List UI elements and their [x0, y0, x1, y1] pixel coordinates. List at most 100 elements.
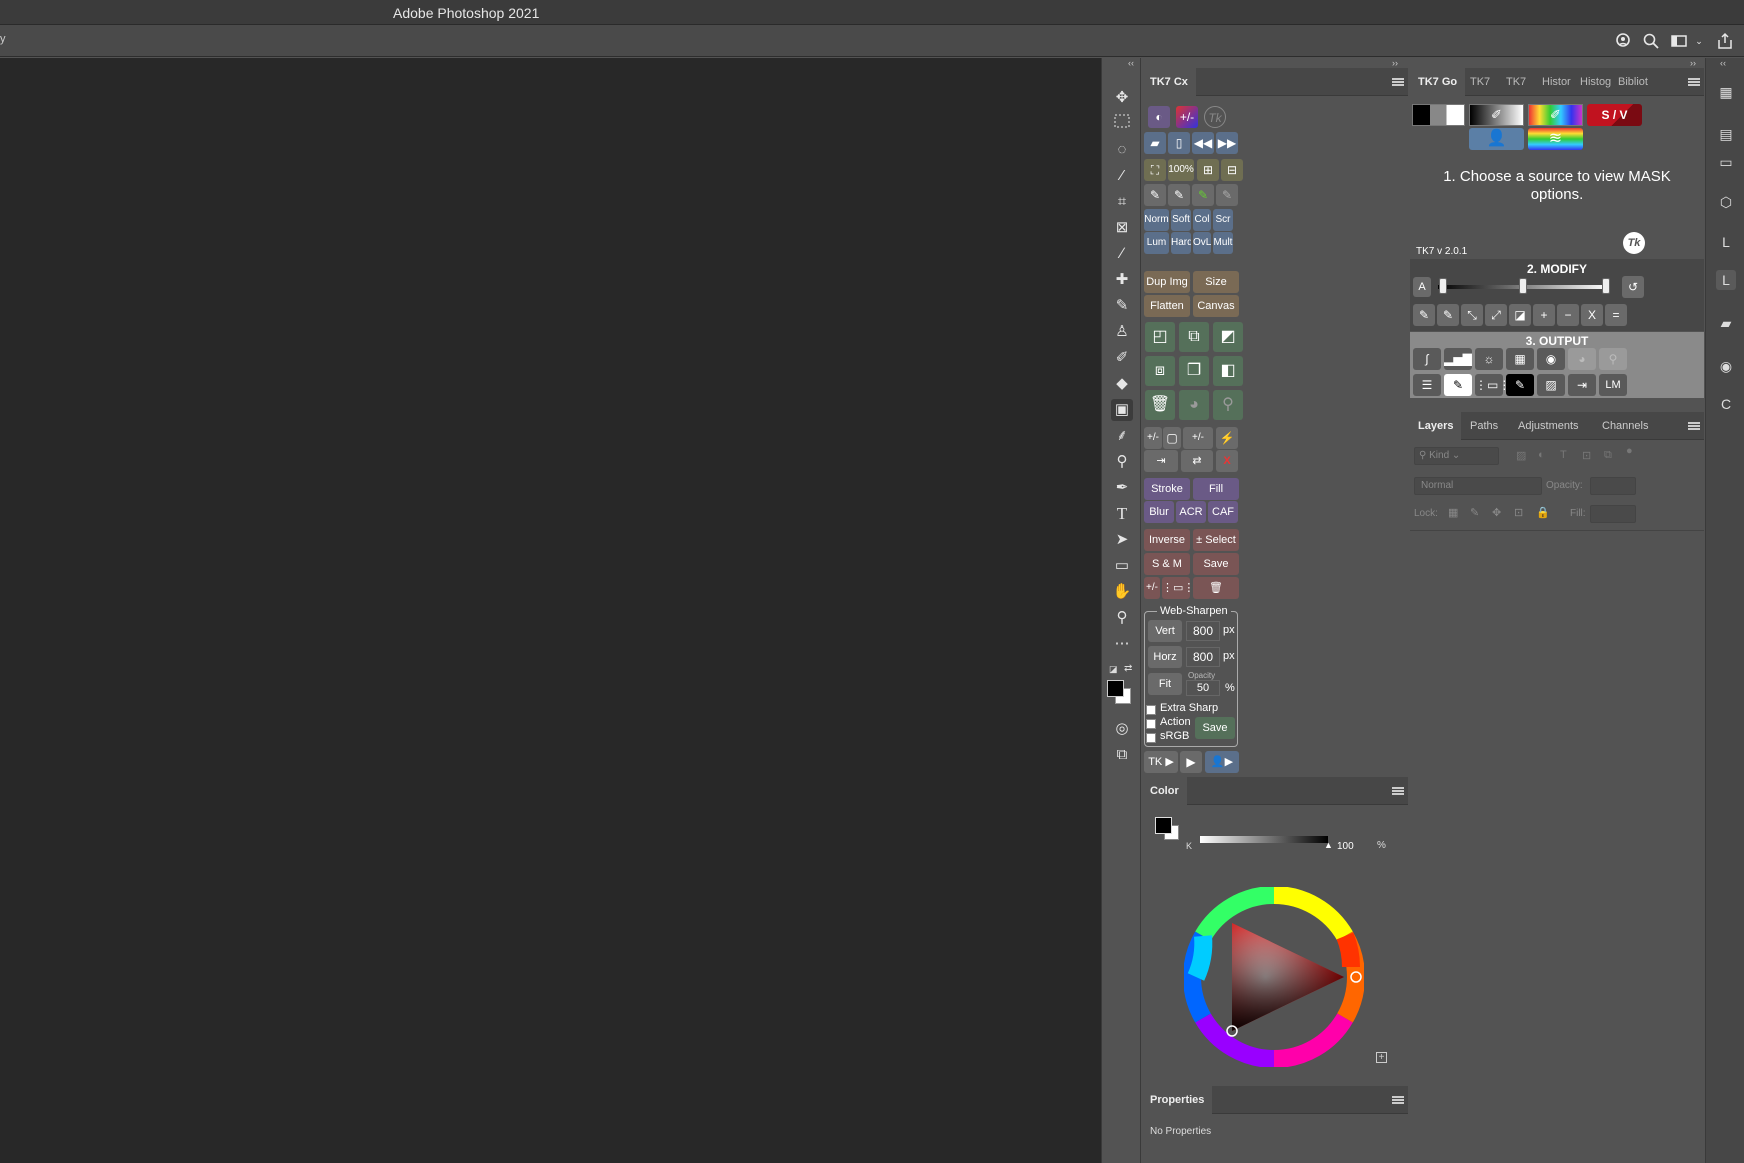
new-doc-icon[interactable]: ▯ — [1168, 132, 1190, 154]
fill-button[interactable]: Fill — [1193, 478, 1239, 500]
fit-screen-icon[interactable]: ⛶ — [1144, 159, 1166, 181]
lumenzia-panel-icon[interactable]: L — [1716, 270, 1736, 290]
lasso-tool-icon[interactable]: ◌ — [1111, 139, 1133, 161]
blend-norm-button[interactable]: Norm — [1144, 209, 1169, 231]
link-layer-icon[interactable]: ⚲ — [1213, 390, 1243, 420]
workspace-icon[interactable] — [1670, 32, 1688, 50]
marquee-tool-icon[interactable] — [1111, 113, 1133, 135]
blend-hard-button[interactable]: Hard — [1171, 232, 1191, 254]
rewind-icon[interactable]: ◀◀ — [1192, 132, 1214, 154]
intersect-mask-button[interactable]: X — [1581, 304, 1603, 326]
notes-panel-icon[interactable]: ▭ — [1716, 152, 1736, 172]
blend-scr-button[interactable]: Scr — [1213, 209, 1233, 231]
flatten-button[interactable]: Flatten — [1144, 295, 1190, 317]
tab-history[interactable]: Histor — [1538, 68, 1576, 96]
plusminus-button[interactable]: +/- — [1144, 427, 1162, 449]
share-icon[interactable] — [1716, 32, 1734, 50]
grid-panel-icon[interactable]: ▦ — [1716, 82, 1736, 102]
eye-panel-icon[interactable]: ◉ — [1716, 356, 1736, 376]
tab-bibliotheque[interactable]: Bibliot — [1614, 68, 1658, 96]
mask-eraser-icon[interactable]: ◐ — [1148, 106, 1170, 128]
history-brush-icon[interactable]: ✐ — [1111, 347, 1133, 369]
camera-icon[interactable]: ◉ — [1537, 348, 1565, 370]
filter-pixel-icon[interactable]: ▨ — [1516, 449, 1526, 462]
group-layer-icon[interactable]: ◕ — [1179, 390, 1209, 420]
tk-play-button[interactable]: TK ▶ — [1144, 751, 1178, 773]
layers-stack-icon[interactable]: ≋ — [1528, 128, 1583, 150]
tab-channels[interactable]: Channels — [1594, 412, 1656, 440]
person-icon[interactable]: 👤 — [1469, 128, 1524, 150]
lock-position-icon[interactable]: ✥ — [1492, 506, 1501, 519]
gradient-layer-icon[interactable]: ◧ — [1213, 356, 1243, 386]
black-brush-output-icon[interactable]: ✎ — [1506, 374, 1534, 396]
blend-soft-button[interactable]: Soft — [1171, 209, 1191, 231]
path-selection-icon[interactable]: ➤ — [1111, 529, 1133, 551]
expand-mask-icon[interactable]: ⤡ — [1461, 304, 1483, 326]
lock-transparent-icon[interactable]: ▦ — [1448, 506, 1458, 519]
apply-button-icon[interactable]: ⇥ — [1144, 450, 1178, 472]
color-swap-icon[interactable]: +/- — [1176, 106, 1198, 128]
healing-brush-icon[interactable]: ✚ — [1111, 269, 1133, 291]
caf-button[interactable]: CAF — [1208, 501, 1238, 523]
tk-logo-icon[interactable]: Tk — [1623, 232, 1645, 254]
panel-menu-icon[interactable] — [1688, 422, 1700, 430]
opacity-input[interactable] — [1186, 680, 1220, 696]
white-brush-output-icon[interactable]: ✎ — [1444, 374, 1472, 396]
k-value-input[interactable] — [1335, 839, 1373, 853]
slider-handle-right[interactable] — [1602, 278, 1610, 294]
zoom-tool-icon[interactable]: ⚲ — [1111, 607, 1133, 629]
screen-mode-icon[interactable]: ⧉ — [1111, 744, 1133, 766]
lightning-icon[interactable]: ⚡ — [1216, 427, 1238, 449]
size-button[interactable]: Size — [1193, 271, 1239, 293]
duplicate-layer-icon[interactable]: ⧈ — [1145, 356, 1175, 386]
zoom-out-icon[interactable]: ⊟ — [1221, 159, 1243, 181]
swap-colors-icon[interactable]: ⇄ — [1124, 663, 1132, 674]
play-icon[interactable]: ▶ — [1180, 751, 1202, 773]
zoom-in-icon[interactable]: ⊞ — [1197, 159, 1219, 181]
slider-handle-left[interactable] — [1439, 278, 1447, 294]
source-grayscale-swatch[interactable] — [1412, 104, 1465, 126]
horz-input[interactable] — [1186, 647, 1220, 667]
subtract-mask-button[interactable]: − — [1557, 304, 1579, 326]
tk-logo-icon[interactable]: Tk — [1204, 106, 1226, 128]
briefcase-panel-icon[interactable]: ▰ — [1716, 313, 1736, 333]
color-eyedropper-icon[interactable]: ✐ — [1528, 104, 1583, 126]
clone-stamp-icon[interactable]: ♙ — [1111, 321, 1133, 343]
color-fg-swatch[interactable] — [1155, 817, 1172, 834]
curves-icon[interactable]: ∫ — [1413, 348, 1441, 370]
dup-img-button[interactable]: Dup Img — [1144, 271, 1190, 293]
web-sharpen-save-button[interactable]: Save — [1195, 717, 1235, 739]
quick-mask-icon[interactable]: ◎ — [1111, 718, 1133, 740]
gradient-tool-icon[interactable]: ▣ — [1111, 399, 1133, 421]
blend-mode-select[interactable]: Normal — [1414, 477, 1542, 495]
pen-tool-icon[interactable]: ✒ — [1111, 477, 1133, 499]
user-play-icon[interactable]: 👤▶ — [1205, 751, 1239, 773]
fit-button[interactable]: Fit — [1148, 673, 1182, 695]
k-slider-thumb[interactable]: ▲ — [1324, 840, 1333, 850]
filter-shape-icon[interactable]: ⊡ — [1582, 449, 1591, 462]
delete-layer-icon[interactable]: 🗑 — [1145, 390, 1175, 420]
expand-icon[interactable]: ›› — [1690, 58, 1696, 68]
collapse-icon[interactable]: ‹‹ — [1128, 58, 1134, 68]
hand-tool-icon[interactable]: ✋ — [1111, 581, 1133, 603]
filter-adjustment-icon[interactable]: ◐ — [1538, 449, 1545, 461]
dodge-tool-icon[interactable]: ⚲ — [1111, 451, 1133, 473]
chevron-down-icon[interactable]: ⌄ — [1690, 32, 1708, 50]
selection-output-icon[interactable]: ⋮▭⋮ — [1475, 374, 1510, 396]
levels-icon[interactable]: ▂▅▇ — [1444, 348, 1472, 370]
blur-button[interactable]: Blur — [1144, 501, 1174, 523]
filter-type-icon[interactable]: T — [1560, 449, 1567, 461]
select-button[interactable]: ± Select — [1193, 529, 1239, 551]
magic-wand-icon[interactable]: ⁄ — [1111, 165, 1133, 187]
merge-layers-icon[interactable]: ⧉ — [1179, 322, 1209, 352]
link-output-icon[interactable]: ⚲ — [1599, 348, 1627, 370]
film-icon[interactable]: ▦ — [1506, 348, 1534, 370]
filter-smart-icon[interactable]: ⧉ — [1604, 449, 1612, 462]
panel-menu-icon[interactable] — [1392, 78, 1404, 86]
new-layer-icon[interactable]: ◰ — [1145, 322, 1175, 352]
invert-mask-icon[interactable]: ◪ — [1509, 304, 1531, 326]
delete-selection-icon[interactable]: 🗑 — [1193, 577, 1239, 599]
fast-forward-icon[interactable]: ▶▶ — [1216, 132, 1238, 154]
l-panel-icon[interactable]: L — [1716, 232, 1736, 252]
tab-properties[interactable]: Properties — [1142, 1086, 1213, 1114]
